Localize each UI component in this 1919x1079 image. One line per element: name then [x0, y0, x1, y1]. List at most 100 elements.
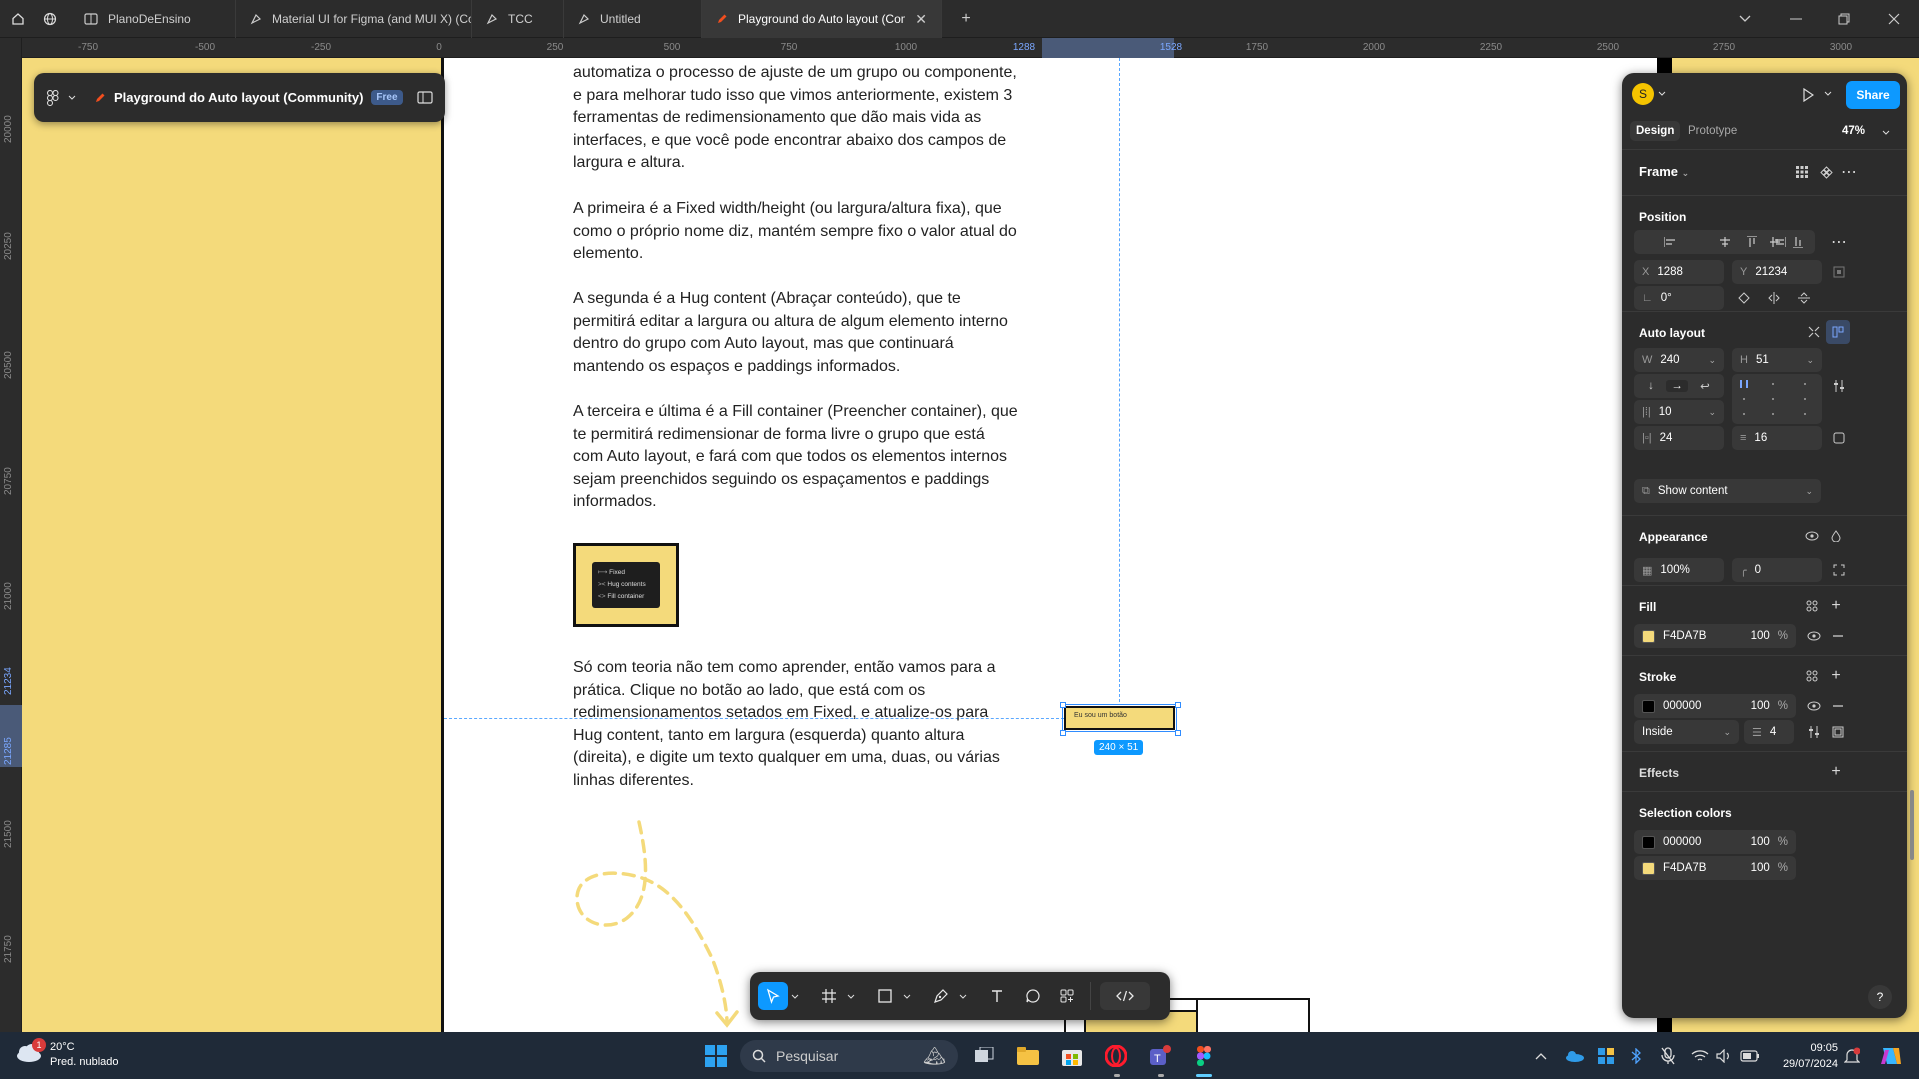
tab-tcc[interactable]: TCC: [472, 0, 564, 38]
close-icon[interactable]: ✕: [915, 11, 927, 28]
horizontal-padding-field[interactable]: |▫| 24: [1634, 426, 1724, 450]
align-bottom-icon[interactable]: [1793, 236, 1804, 248]
figma-app-icon[interactable]: [1188, 1040, 1220, 1072]
chevron-down-icon[interactable]: [1882, 130, 1890, 135]
task-view-icon[interactable]: [968, 1040, 1000, 1072]
actions-tool-button[interactable]: [1052, 982, 1082, 1010]
help-button[interactable]: ?: [1868, 985, 1892, 1009]
chevron-down-icon[interactable]: [956, 982, 970, 1010]
y-field[interactable]: Y 21234: [1732, 260, 1822, 284]
opera-icon[interactable]: [1100, 1040, 1132, 1072]
shape-tool-button[interactable]: [870, 982, 900, 1010]
tab-planodeensino[interactable]: PlanoDeEnsino: [70, 0, 236, 38]
gap-field[interactable]: |⁞| 10 ⌄: [1634, 400, 1724, 424]
resize-handle[interactable]: [1175, 730, 1181, 736]
selected-button-frame[interactable]: Eu sou um botão: [1062, 704, 1177, 732]
clip-content-dropdown[interactable]: ⧉ Show content ⌄: [1634, 479, 1821, 503]
arrow-right-icon[interactable]: →: [1666, 380, 1688, 392]
corner-radius-field[interactable]: ╭ 0: [1732, 558, 1822, 582]
x-field[interactable]: X 1288: [1634, 260, 1724, 284]
blend-mode-icon[interactable]: [1824, 524, 1848, 548]
vertical-padding-field[interactable]: ≡ 16: [1732, 426, 1822, 450]
microphone-muted-icon[interactable]: [1652, 1040, 1684, 1072]
flip-horizontal-icon[interactable]: [1762, 286, 1786, 310]
frame-type-dropdown[interactable]: Frame ⌄: [1639, 164, 1689, 179]
home-icon[interactable]: [8, 9, 28, 29]
new-tab-plus-icon[interactable]: +: [956, 9, 976, 29]
chevron-down-icon[interactable]: [1658, 91, 1666, 96]
eye-icon[interactable]: [1800, 524, 1824, 548]
width-field[interactable]: W 240 ⌄: [1634, 348, 1724, 372]
stroke-weight-field[interactable]: ☰ 4: [1744, 720, 1794, 744]
arrow-down-icon[interactable]: ↓: [1648, 380, 1654, 392]
microsoft-store-icon[interactable]: [1056, 1040, 1088, 1072]
add-stroke-icon[interactable]: +: [1824, 664, 1848, 688]
grid-layout-icon[interactable]: [1790, 160, 1814, 184]
notification-bell-icon[interactable]: [1836, 1040, 1868, 1072]
flip-vertical-icon[interactable]: [1792, 286, 1816, 310]
onedrive-icon[interactable]: [1558, 1040, 1590, 1072]
align-top-icon[interactable]: [1746, 236, 1757, 248]
tab-material-ui[interactable]: Material UI for Figma (and MUI X) (Co: [236, 0, 472, 38]
stroke-swatch[interactable]: [1642, 699, 1655, 713]
auto-layout-toggle-icon[interactable]: [1826, 320, 1850, 344]
chevron-down-icon[interactable]: [1824, 91, 1832, 96]
text-tool-button[interactable]: [982, 982, 1012, 1010]
rotation-field[interactable]: ∟ 0°: [1634, 286, 1724, 310]
tab-playground[interactable]: Playground do Auto layout (Comr ✕: [702, 0, 942, 38]
tab-prototype[interactable]: Prototype: [1688, 125, 1737, 137]
weather-text[interactable]: 20°C Pred. nublado: [50, 1040, 119, 1070]
dev-mode-toggle[interactable]: [1100, 982, 1150, 1010]
share-button[interactable]: Share: [1846, 81, 1900, 109]
weather-widget[interactable]: 1: [14, 1038, 46, 1072]
tab-design[interactable]: Design: [1630, 121, 1681, 141]
play-icon[interactable]: [1798, 85, 1818, 105]
eye-icon[interactable]: [1802, 624, 1826, 648]
component-icon[interactable]: [1814, 160, 1838, 184]
minimize-icon[interactable]: [1786, 9, 1806, 29]
align-center-h-icon[interactable]: [1719, 237, 1731, 247]
chevron-down-icon[interactable]: [788, 982, 802, 1010]
selection-color-row[interactable]: 000000 100%: [1634, 830, 1796, 854]
eye-icon[interactable]: [1802, 694, 1826, 718]
fill-swatch[interactable]: [1642, 629, 1655, 643]
resize-handle[interactable]: [1060, 702, 1066, 708]
defender-icon[interactable]: [1590, 1040, 1622, 1072]
globe-icon[interactable]: [40, 9, 60, 29]
button-text[interactable]: Eu sou um botão: [1074, 712, 1127, 719]
stroke-position-dropdown[interactable]: Inside ⌄: [1634, 720, 1739, 744]
align-left-icon[interactable]: [1663, 237, 1676, 247]
stroke-sides-icon[interactable]: [1826, 720, 1850, 744]
windows-start-icon[interactable]: [700, 1040, 732, 1072]
avatar[interactable]: S: [1632, 83, 1654, 105]
layout-settings-icon[interactable]: [1827, 374, 1851, 398]
more-icon[interactable]: ⋯: [1827, 230, 1851, 254]
copilot-icon[interactable]: [1874, 1040, 1906, 1072]
color-swatch[interactable]: [1642, 835, 1655, 849]
panel-scrollbar[interactable]: [1910, 790, 1914, 860]
add-fill-icon[interactable]: +: [1824, 594, 1848, 618]
file-name[interactable]: Playground do Auto layout (Community): [114, 90, 363, 105]
taskbar-search[interactable]: Pesquisar 🏔: [740, 1040, 958, 1072]
chevron-down-icon[interactable]: [68, 95, 76, 100]
opacity-field[interactable]: ▦ 100%: [1634, 558, 1724, 582]
chevron-down-icon[interactable]: [900, 982, 914, 1010]
restore-icon[interactable]: [1834, 9, 1854, 29]
chevron-up-icon[interactable]: [1525, 1040, 1557, 1072]
styles-icon[interactable]: [1800, 594, 1824, 618]
constraints-icon[interactable]: [1827, 260, 1851, 284]
selection-color-row[interactable]: F4DA7B 100%: [1634, 856, 1796, 880]
chevron-down-icon[interactable]: [1735, 9, 1755, 29]
move-tool-button[interactable]: [758, 982, 788, 1010]
stroke-color-field[interactable]: 000000 100%: [1634, 694, 1796, 718]
remove-fill-icon[interactable]: [1826, 624, 1850, 648]
frame-tool-button[interactable]: [814, 982, 844, 1010]
sidebar-toggle-icon[interactable]: [417, 91, 433, 104]
height-field[interactable]: H 51 ⌄: [1732, 348, 1822, 372]
remove-stroke-icon[interactable]: [1826, 694, 1850, 718]
chevron-down-icon[interactable]: [844, 982, 858, 1010]
independent-corners-icon[interactable]: [1827, 558, 1851, 582]
color-swatch[interactable]: [1642, 861, 1655, 875]
window-close-icon[interactable]: [1884, 9, 1904, 29]
pen-tool-button[interactable]: [926, 982, 956, 1010]
